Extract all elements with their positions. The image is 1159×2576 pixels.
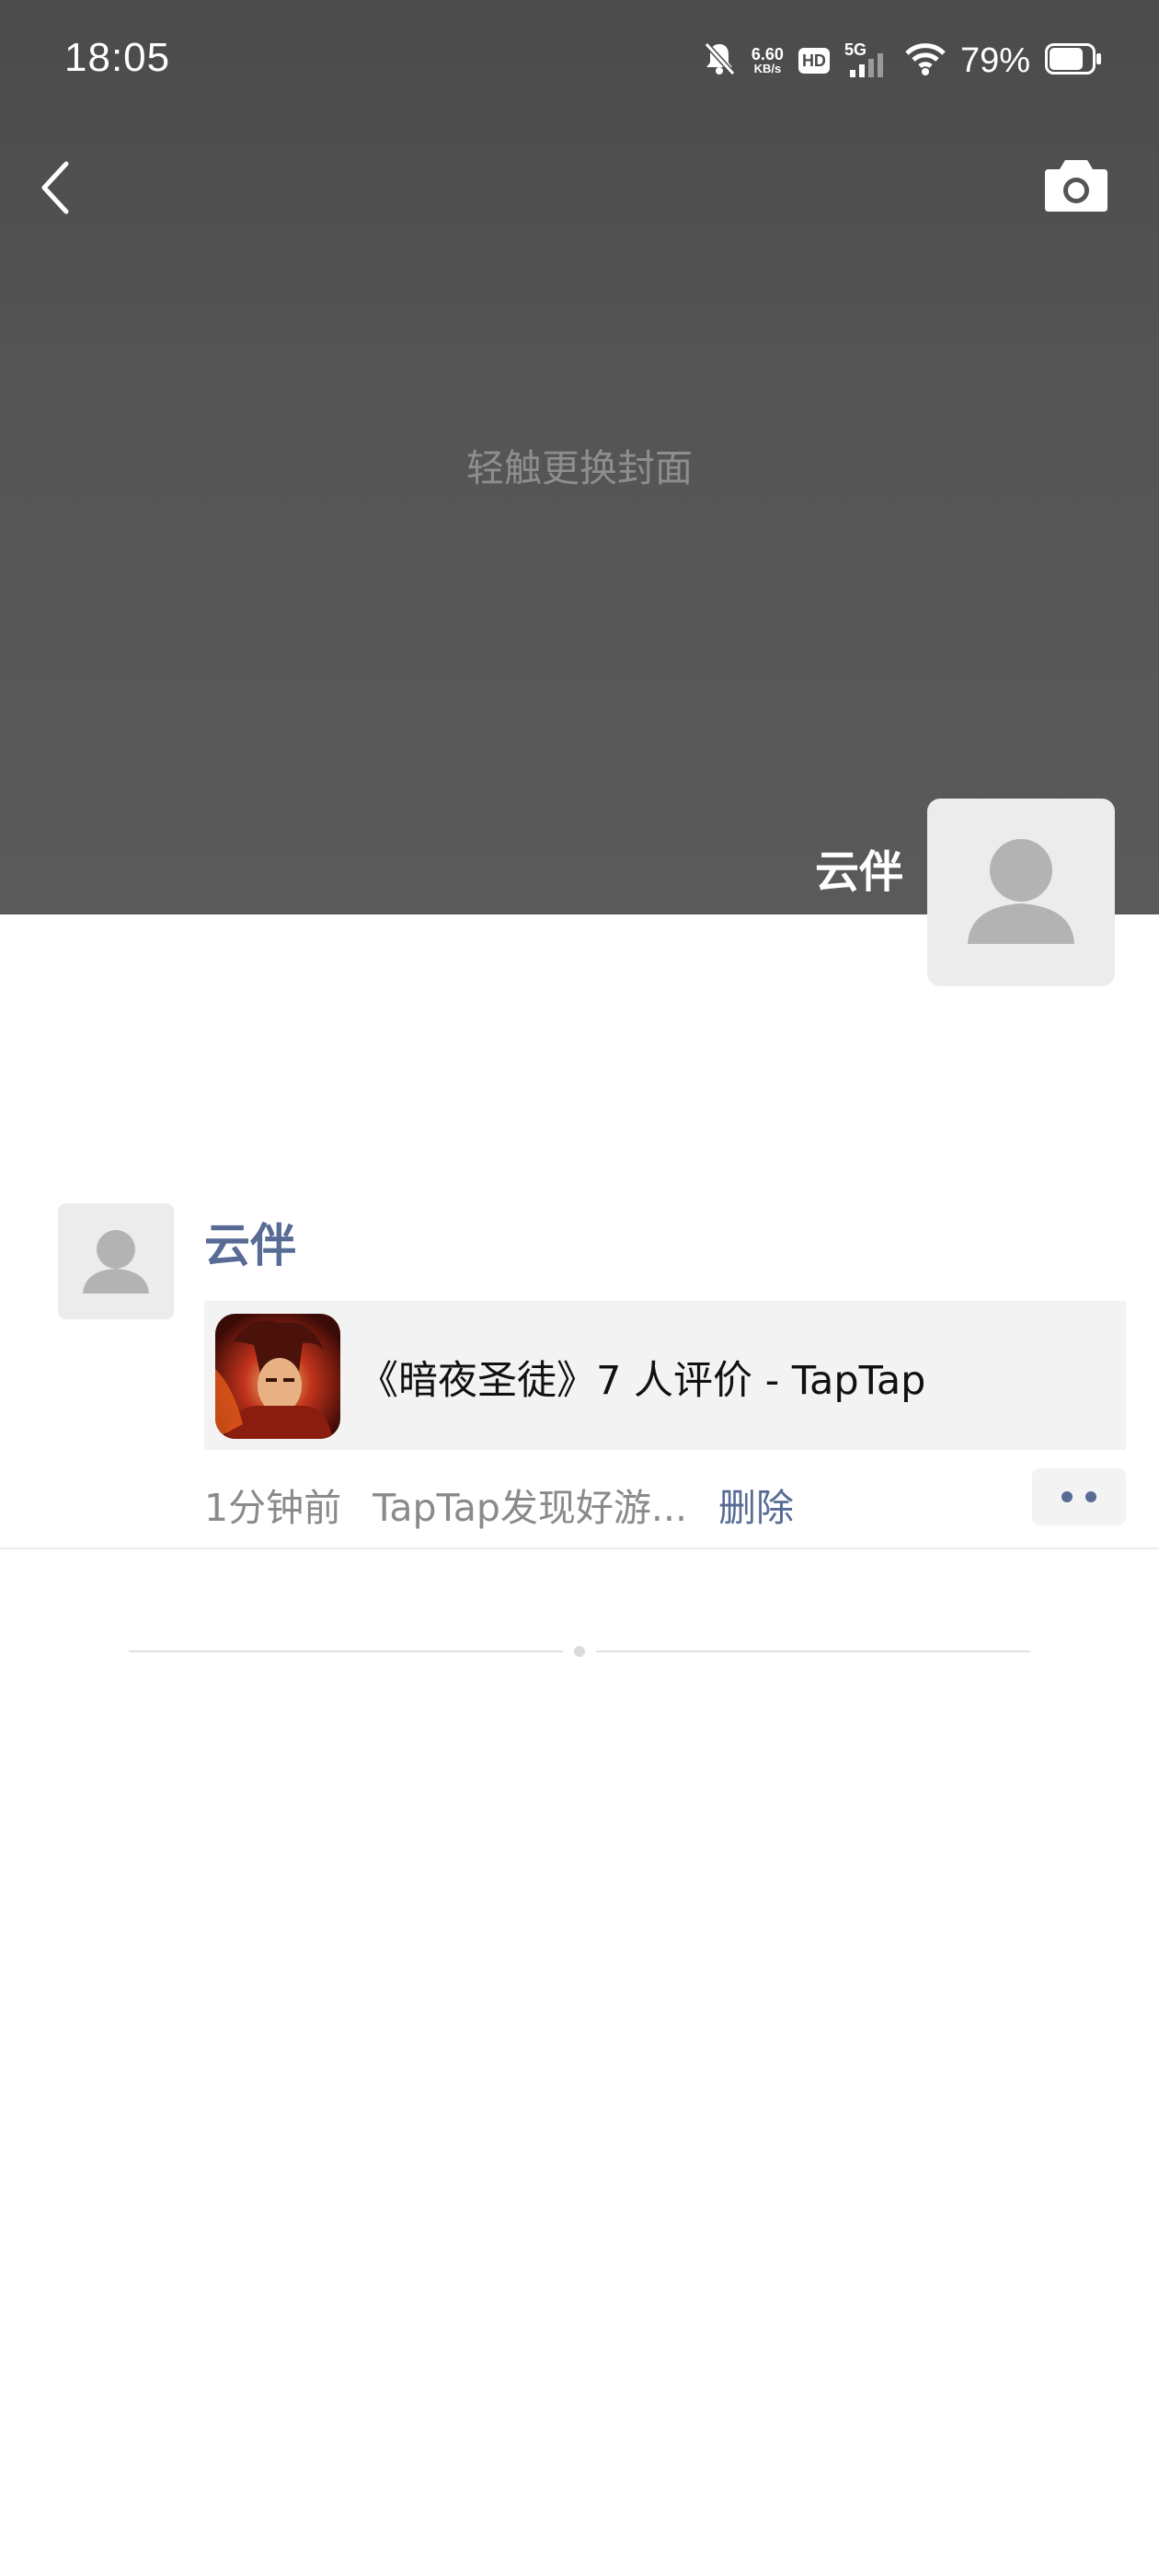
end-of-feed-marker xyxy=(129,1645,1030,1658)
post-meta: 1分钟前 TapTap发现好游... 删除 xyxy=(204,1472,794,1536)
shared-link-card[interactable]: 《暗夜圣徒》7 人评价 - TapTap xyxy=(204,1301,1126,1450)
camera-button[interactable] xyxy=(1043,156,1109,213)
end-dot xyxy=(574,1646,585,1657)
game-thumbnail xyxy=(215,1314,340,1439)
net-speed: 6.60 KB/s xyxy=(752,46,784,75)
camera-icon xyxy=(1045,160,1107,212)
end-line-left xyxy=(129,1650,563,1652)
default-avatar-icon xyxy=(968,839,1074,944)
status-time: 18:05 xyxy=(64,35,171,80)
shared-link-title: 《暗夜圣徒》7 人评价 - TapTap xyxy=(359,1358,926,1404)
mute-bell-icon xyxy=(702,40,737,81)
moment-post: 云伴 《暗夜圣徒》7 人评价 - TapTap 1分钟前 TapTap发现好游.… xyxy=(0,1203,1159,1549)
cover-image[interactable]: 18:05 6.60 KB/s HD 5G 79% 轻触更换封面 云伴 xyxy=(0,0,1159,914)
post-divider xyxy=(0,1547,1159,1549)
more-dot-icon xyxy=(1061,1491,1073,1502)
back-button[interactable] xyxy=(33,155,88,219)
end-line-right xyxy=(596,1650,1030,1652)
net-speed-value: 6.60 xyxy=(751,45,784,63)
battery-percent: 79% xyxy=(959,40,1030,80)
status-bar: 18:05 6.60 KB/s HD 5G 79% xyxy=(0,0,1159,120)
more-dot-icon xyxy=(1085,1491,1096,1502)
change-cover-hint[interactable]: 轻触更换封面 xyxy=(0,437,1159,492)
wifi-icon xyxy=(905,41,946,80)
post-time: 1分钟前 xyxy=(204,1486,342,1530)
post-author-avatar[interactable] xyxy=(58,1203,174,1319)
post-source[interactable]: TapTap发现好游... xyxy=(373,1477,687,1532)
default-avatar-icon xyxy=(83,1230,149,1294)
status-icons: 6.60 KB/s HD 5G 79% xyxy=(702,33,1102,88)
cover-user-name: 云伴 xyxy=(814,846,903,898)
moments-page: 18:05 6.60 KB/s HD 5G 79% 轻触更换封面 云伴 云伴 《… xyxy=(0,0,1159,2576)
chevron-left-icon xyxy=(41,161,69,214)
signal-icon: 5G xyxy=(844,40,890,79)
post-author-name[interactable]: 云伴 xyxy=(204,1209,296,1275)
battery-icon xyxy=(1045,43,1102,78)
more-actions-button[interactable] xyxy=(1032,1468,1126,1525)
net-speed-unit: KB/s xyxy=(753,62,782,75)
hd-badge: HD xyxy=(798,48,830,74)
delete-button[interactable]: 删除 xyxy=(718,1477,794,1532)
profile-avatar[interactable] xyxy=(927,799,1115,986)
